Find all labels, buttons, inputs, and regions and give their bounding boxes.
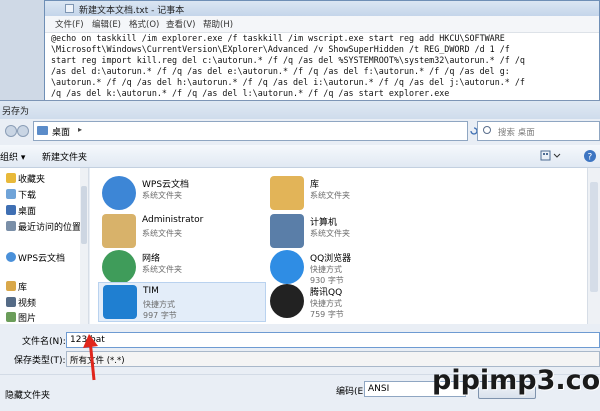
notepad-text-area[interactable]: @echo on taskkill /im explorer.exe /f ta… [51,33,596,99]
computer-icon [270,214,304,248]
video-icon [6,297,16,307]
filename-field[interactable]: 123.bat [66,332,600,348]
file-list-scrollbar[interactable] [587,168,600,324]
search-placeholder: 搜索 桌面 [498,128,535,138]
library-folder-icon [270,176,304,210]
text-line: /as del d:\autorun.* /f /q /as del e:\au… [51,66,510,76]
filename-label: 文件名(N): [22,337,66,347]
menu-edit[interactable]: 编辑(E) [92,18,121,30]
new-folder-button[interactable]: 新建文件夹 [42,150,87,163]
notepad-menubar: 文件(F) 编辑(E) 格式(O) 查看(V) 帮助(H) [45,16,599,33]
navigation-pane: 收藏夹 下载 桌面 最近访问的位置 WPS云文档 库 视频 图片 [0,168,89,324]
address-bar[interactable]: 桌面 ▸ [33,121,468,141]
wps-cloud-icon [102,176,136,210]
nav-item-recent[interactable]: 最近访问的位置 [0,220,81,234]
menu-file[interactable]: 文件(F) [55,18,84,30]
search-input[interactable]: 搜索 桌面 [477,121,600,141]
qq-browser-icon [270,250,304,284]
download-folder-icon [6,189,16,199]
svg-text:?: ? [588,153,593,163]
nav-item-favorites[interactable]: 收藏夹 [0,172,80,186]
star-icon [6,173,16,183]
dialog-toolbar: 组织 ▾ 新建文件夹 ? [0,145,600,168]
menu-help[interactable]: 帮助(H) [203,18,233,30]
text-line: \Microsoft\Windows\CurrentVersion\EXplor… [51,44,510,54]
text-line: @echo on taskkill /im explorer.exe /f ta… [51,33,505,43]
organize-button[interactable]: 组织 ▾ [0,150,25,163]
view-options-icon[interactable] [540,150,570,162]
notepad-icon [65,4,74,13]
picture-icon [6,312,16,322]
text-line: start reg import kill.reg del c:\autorun… [51,55,525,65]
tim-icon [103,285,137,319]
address-location: 桌面 [52,128,71,138]
user-folder-icon [102,214,136,248]
help-icon[interactable]: ? [583,149,597,163]
file-item-tencent-qq[interactable]: 腾讯QQ 快捷方式 759 字节 [270,282,440,326]
file-item-tim[interactable]: TIM 快捷方式 997 字节 [98,282,266,322]
dialog-titlebar[interactable]: 另存为 [0,101,600,119]
desktop-icon [6,205,16,215]
filetype-label: 保存类型(T): [14,356,66,366]
hide-folders-toggle[interactable]: 隐藏文件夹 [5,388,50,401]
menu-view[interactable]: 查看(V) [166,18,195,30]
cloud-icon [6,252,16,262]
menu-format[interactable]: 格式(O) [129,18,159,30]
annotation-arrow [83,334,98,381]
file-list: WPS云文档 系统文件夹 库 系统文件夹 Administrator 系统文件夹… [90,168,587,324]
nav-item-downloads[interactable]: 下载 [0,188,80,202]
qq-penguin-icon [270,284,304,318]
file-scroll-thumb[interactable] [590,182,598,292]
nav-item-desktop[interactable]: 桌面 [0,204,80,218]
notepad-title: 新建文本文档.txt - 记事本 [79,6,185,16]
text-line: \autorun.* /f /q /as del h:\autorun.* /f… [51,77,525,87]
desktop-folder-icon [37,126,48,135]
notepad-titlebar[interactable]: 新建文本文档.txt - 记事本 [45,1,599,16]
nav-item-wps-cloud[interactable]: WPS云文档 [0,251,80,265]
nav-item-pictures[interactable]: 图片 [0,311,80,325]
nav-item-videos[interactable]: 视频 [0,296,80,310]
library-icon [6,281,16,291]
text-line: /q /as del k:\autorun.* /f /q /as del l:… [51,88,450,98]
recent-places-icon [6,221,16,231]
watermark: pipimp3.com [432,365,600,396]
search-icon [483,126,491,134]
nav-scrollbar[interactable] [80,168,88,324]
nav-item-libraries[interactable]: 库 [0,280,80,294]
notepad-window: 新建文本文档.txt - 记事本 文件(F) 编辑(E) 格式(O) 查看(V)… [44,0,600,110]
nav-scroll-thumb[interactable] [81,186,87,244]
chevron-right-icon[interactable]: ▸ [78,125,82,134]
dialog-title: 另存为 [2,107,30,117]
back-forward-icon[interactable] [5,124,29,138]
network-globe-icon [102,250,136,284]
